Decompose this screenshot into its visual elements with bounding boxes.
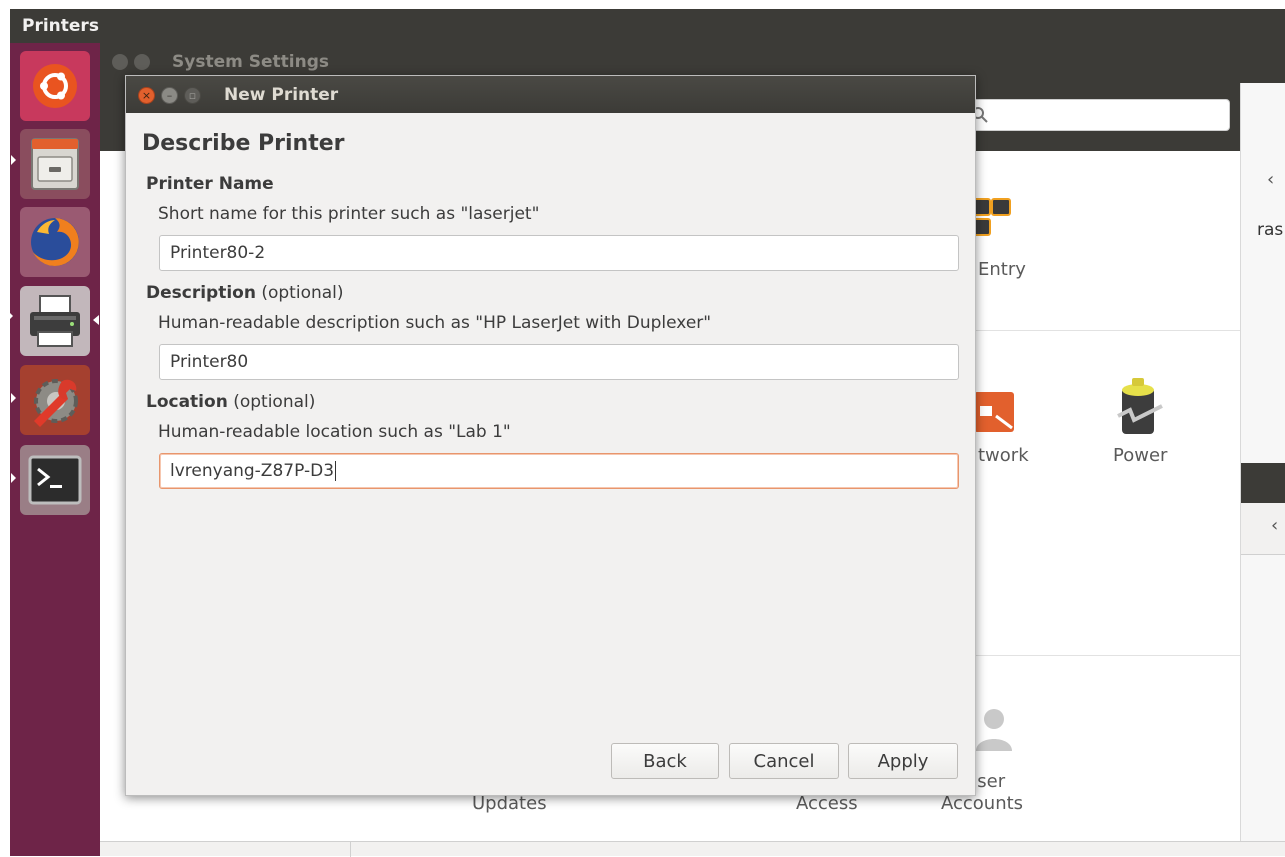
launcher-running-pip (11, 155, 16, 165)
maximize-icon[interactable]: ▫ (184, 87, 201, 104)
cancel-button[interactable]: Cancel (729, 743, 839, 779)
section-divider (976, 655, 1240, 656)
minimize-icon[interactable] (134, 54, 150, 70)
system-settings-statusbar (100, 841, 1285, 857)
back-button[interactable]: Back (611, 743, 719, 779)
printer-name-value: Printer80-2 (170, 243, 266, 263)
launcher-item-firefox[interactable] (20, 207, 90, 277)
section-divider (976, 330, 1240, 331)
right-edge-text: ras (1257, 220, 1284, 240)
location-label: Location (optional) (146, 392, 315, 412)
description-label-text: Description (146, 283, 256, 303)
location-label-text: Location (146, 392, 228, 412)
battery-icon (1117, 378, 1163, 434)
chevron-left-icon[interactable]: ‹ (1267, 169, 1274, 190)
right-edge-toolbar: ‹ (1241, 503, 1285, 555)
location-input[interactable]: lvrenyang-Z87P-D3 (159, 453, 959, 489)
universal-access-label: Access (796, 793, 858, 814)
launcher-item-terminal[interactable] (20, 445, 90, 515)
apply-button[interactable]: Apply (848, 743, 958, 779)
network-icon (974, 392, 1014, 432)
page-heading: Describe Printer (142, 131, 345, 156)
launcher-focus-arrow (93, 315, 99, 325)
launcher-item-ubuntu-dash[interactable] (20, 51, 90, 121)
system-settings-title: System Settings (172, 52, 329, 72)
printer-name-label-text: Printer Name (146, 174, 274, 194)
network-label: twork (978, 445, 1029, 466)
launcher-running-pip (11, 473, 16, 483)
top-panel: Printers (10, 9, 1285, 43)
dialog-title: New Printer (224, 85, 339, 105)
launcher-item-files[interactable] (20, 129, 90, 199)
printer-name-hint: Short name for this printer such as "las… (158, 204, 540, 224)
description-label: Description (optional) (146, 283, 344, 303)
description-value: Printer80 (170, 352, 249, 372)
software-updates-label: Updates (472, 793, 547, 814)
system-settings-search-input[interactable] (960, 99, 1230, 131)
right-edge-dark-bar (1241, 463, 1285, 503)
text-entry-label: Entry (978, 259, 1026, 280)
firefox-icon (31, 218, 79, 266)
location-hint: Human-readable location such as "Lab 1" (158, 422, 511, 442)
file-cabinet-icon (31, 138, 79, 190)
launcher-item-system-settings[interactable] (20, 365, 90, 435)
keyboard-icon (971, 198, 1011, 236)
description-input[interactable]: Printer80 (159, 344, 959, 380)
user-accounts-label-line2: Accounts (941, 793, 1024, 814)
description-hint: Human-readable description such as "HP L… (158, 313, 712, 333)
description-optional-suffix: (optional) (255, 283, 344, 303)
location-value: lvrenyang-Z87P-D3 (170, 461, 335, 481)
printer-name-input[interactable]: Printer80-2 (159, 235, 959, 271)
text-caret (335, 461, 337, 481)
close-icon[interactable]: × (138, 87, 155, 104)
app-title: Printers (22, 16, 99, 36)
power-label: Power (1113, 445, 1168, 466)
minimize-icon[interactable]: – (161, 87, 178, 104)
terminal-icon (28, 455, 82, 505)
user-accounts-icon (976, 709, 1012, 751)
location-optional-suffix: (optional) (227, 392, 316, 412)
wrench-gear-icon (34, 379, 78, 427)
chevron-left-icon[interactable]: ‹ (1271, 515, 1278, 536)
new-printer-dialog: × – ▫ New Printer Describe Printer Print… (125, 75, 976, 796)
system-settings-right-edge: ‹ ras ‹ (1240, 83, 1285, 856)
close-icon[interactable] (112, 54, 128, 70)
launcher-active-pip (8, 311, 13, 321)
printer-name-label: Printer Name (146, 174, 274, 194)
launcher (8, 43, 100, 856)
user-accounts-label-line1: Jser (972, 771, 1006, 792)
printer-icon (30, 295, 80, 347)
dialog-titlebar: × – ▫ New Printer (126, 76, 975, 113)
ubuntu-logo-icon (33, 64, 77, 108)
launcher-item-printers[interactable] (20, 286, 90, 356)
launcher-running-pip (11, 393, 16, 403)
